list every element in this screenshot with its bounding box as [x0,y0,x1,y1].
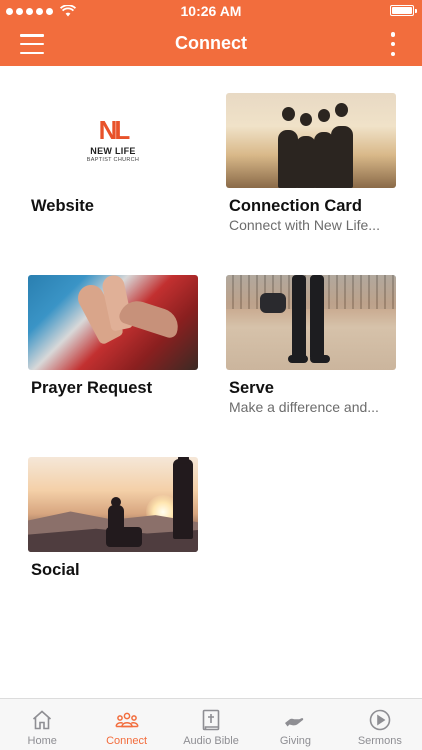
navigation-header: Connect [0,22,422,66]
card-subtitle: Make a difference and... [229,399,379,415]
card-title: Social [31,561,80,579]
tab-sermons[interactable]: Sermons [338,699,422,750]
logo-mark: NL [98,115,131,145]
card-title: Prayer Request [31,379,153,397]
logo-subtitle: BAPTIST CHURCH [86,157,140,163]
tab-giving[interactable]: Giving [253,699,337,750]
card-connection-card[interactable]: Connection Card Connect with New Life... [226,93,396,233]
people-icon [115,712,139,728]
card-prayer-request[interactable]: Prayer Request [28,275,198,398]
logo-name: NEW LIFE [90,146,136,156]
home-icon [33,710,52,730]
card-title: Connection Card [229,197,362,215]
page-title: Connect [175,33,247,53]
tab-home[interactable]: Home [0,699,84,750]
volunteer-legs-photo [226,275,396,370]
tab-connect[interactable]: Connect [84,699,168,750]
mountain-friends-photo [28,457,198,552]
tab-label: Giving [279,735,312,747]
card-title: Serve [229,379,274,397]
card-subtitle: Connect with New Life... [229,217,380,233]
card-social[interactable]: Social [28,457,198,580]
hands-prayer-photo [28,275,198,370]
connect-grid: NL NEW LIFE BAPTIST CHURCH Website Conne… [0,66,422,698]
bible-icon [202,709,220,731]
giving-hand-icon [285,718,304,727]
tab-label: Sermons [357,735,402,747]
card-serve[interactable]: Serve Make a difference and... [226,275,396,415]
tab-bar: Home Connect Audio Bible Giving Sermons [0,698,422,750]
card-title: Website [31,197,94,215]
more-options-icon[interactable] [390,32,396,56]
tab-label: Audio Bible [183,735,239,747]
status-time: 10:26 AM [180,3,242,19]
tab-label: Connect [106,735,148,747]
battery-icon [390,5,417,16]
church-logo: NL NEW LIFE BAPTIST CHURCH [28,93,198,188]
tab-label: Home [27,735,57,747]
friends-sunset-photo [226,93,396,188]
play-circle-icon [369,709,391,731]
tab-audio-bible[interactable]: Audio Bible [169,699,253,750]
status-bar: 10:26 AM [0,0,422,22]
website-logo-thumbnail: NL NEW LIFE BAPTIST CHURCH [28,93,198,188]
card-website[interactable]: NL NEW LIFE BAPTIST CHURCH Website [28,93,198,216]
